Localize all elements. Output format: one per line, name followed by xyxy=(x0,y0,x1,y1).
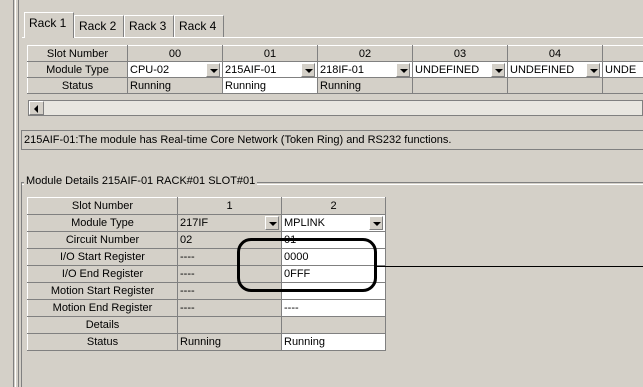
module-type-select-1[interactable]: 217IF xyxy=(177,214,282,232)
row-header-io-end-register: I/O End Register xyxy=(27,265,178,283)
module-type-select-02[interactable]: 218IF-01 xyxy=(317,61,413,78)
status-value: Running xyxy=(177,333,282,351)
row-header-motion-start-register: Motion Start Register xyxy=(27,282,178,300)
slot-number xyxy=(602,45,643,62)
module-type-value: CPU-02 xyxy=(130,63,170,76)
row-header-status: Status xyxy=(27,77,128,94)
module-type-value: 218IF-01 xyxy=(320,63,365,76)
details-cell[interactable] xyxy=(281,316,386,334)
module-type-value: 215AIF-01 xyxy=(225,63,277,76)
row-header-circuit-number: Circuit Number xyxy=(27,231,178,249)
slot-number: 02 xyxy=(317,45,413,62)
module-type-value: UNDE xyxy=(605,63,637,76)
chevron-down-icon[interactable] xyxy=(301,62,315,77)
tab-rack-1[interactable]: Rack 1 xyxy=(24,12,74,38)
rack-slot-table: Slot Number 00 01 02 03 04 Module Type C… xyxy=(27,45,643,94)
slot-number: 00 xyxy=(127,45,223,62)
module-type-select-00[interactable]: CPU-02 xyxy=(127,61,223,78)
module-type-select-2[interactable]: MPLINK xyxy=(281,214,386,232)
details-empty-area xyxy=(385,197,643,387)
slot-status xyxy=(602,77,643,94)
module-type-value: MPLINK xyxy=(284,217,325,229)
slot-number: 04 xyxy=(507,45,603,62)
module-type-value: UNDEFINED xyxy=(415,63,480,76)
chevron-down-icon[interactable] xyxy=(265,216,279,230)
module-type-value: UNDEFINED xyxy=(510,63,575,76)
row-header-details: Details xyxy=(27,316,178,334)
chevron-down-icon[interactable] xyxy=(396,62,410,77)
row-header-module-type: Module Type xyxy=(27,214,178,232)
column-header-2: 2 xyxy=(281,197,386,215)
row-header-motion-end-register: Motion End Register xyxy=(27,299,178,317)
module-type-select-01[interactable]: 215AIF-01 xyxy=(222,61,318,78)
rack-row-status: Status Running Running Running xyxy=(27,77,643,94)
tab-rack-3[interactable]: Rack 3 xyxy=(124,15,174,37)
chevron-down-icon[interactable] xyxy=(586,62,600,77)
row-header-module-type: Module Type xyxy=(27,61,128,78)
row-header-slot-number: Slot Number xyxy=(27,197,178,215)
annotation-leader-line xyxy=(377,266,643,267)
module-type-select-04[interactable]: UNDEFINED xyxy=(507,61,603,78)
slot-number: 03 xyxy=(412,45,508,62)
chevron-down-icon[interactable] xyxy=(369,216,383,230)
slot-status xyxy=(507,77,603,94)
motion-end-register-field[interactable]: ---- xyxy=(281,299,386,317)
slot-status: Running xyxy=(222,77,318,94)
module-type-value: 217IF xyxy=(180,217,209,229)
rack-row-module-type: Module Type CPU-02 215AIF-01 218IF-01 UN… xyxy=(27,61,643,78)
scroll-left-arrow-icon[interactable] xyxy=(29,101,44,115)
horizontal-scrollbar[interactable] xyxy=(28,100,643,116)
module-type-select-03[interactable]: UNDEFINED xyxy=(412,61,508,78)
chevron-down-icon[interactable] xyxy=(206,62,220,77)
slot-number: 01 xyxy=(222,45,318,62)
row-header-status: Status xyxy=(27,333,178,351)
row-header-io-start-register: I/O Start Register xyxy=(27,248,178,266)
highlight-annotation xyxy=(237,238,377,292)
rack-row-slot-number: Slot Number 00 01 02 03 04 xyxy=(27,45,643,62)
column-header-1: 1 xyxy=(177,197,282,215)
module-description: 215AIF-01:The module has Real-time Core … xyxy=(21,130,643,150)
slot-status: Running xyxy=(127,77,223,94)
chevron-down-icon[interactable] xyxy=(491,62,505,77)
status-value: Running xyxy=(281,333,386,351)
tab-rack-2[interactable]: Rack 2 xyxy=(74,15,124,37)
details-cell[interactable] xyxy=(177,316,282,334)
motion-end-register-value: ---- xyxy=(177,299,282,317)
tab-strip-border xyxy=(22,37,643,38)
window-left-edge xyxy=(0,0,22,387)
module-details-title: Module Details 215AIF-01 RACK#01 SLOT#01 xyxy=(24,174,258,188)
slot-status xyxy=(412,77,508,94)
row-header-slot-number: Slot Number xyxy=(27,45,128,62)
tab-rack-4[interactable]: Rack 4 xyxy=(174,15,224,37)
module-type-select-05[interactable]: UNDE xyxy=(602,61,643,78)
slot-status: Running xyxy=(317,77,413,94)
